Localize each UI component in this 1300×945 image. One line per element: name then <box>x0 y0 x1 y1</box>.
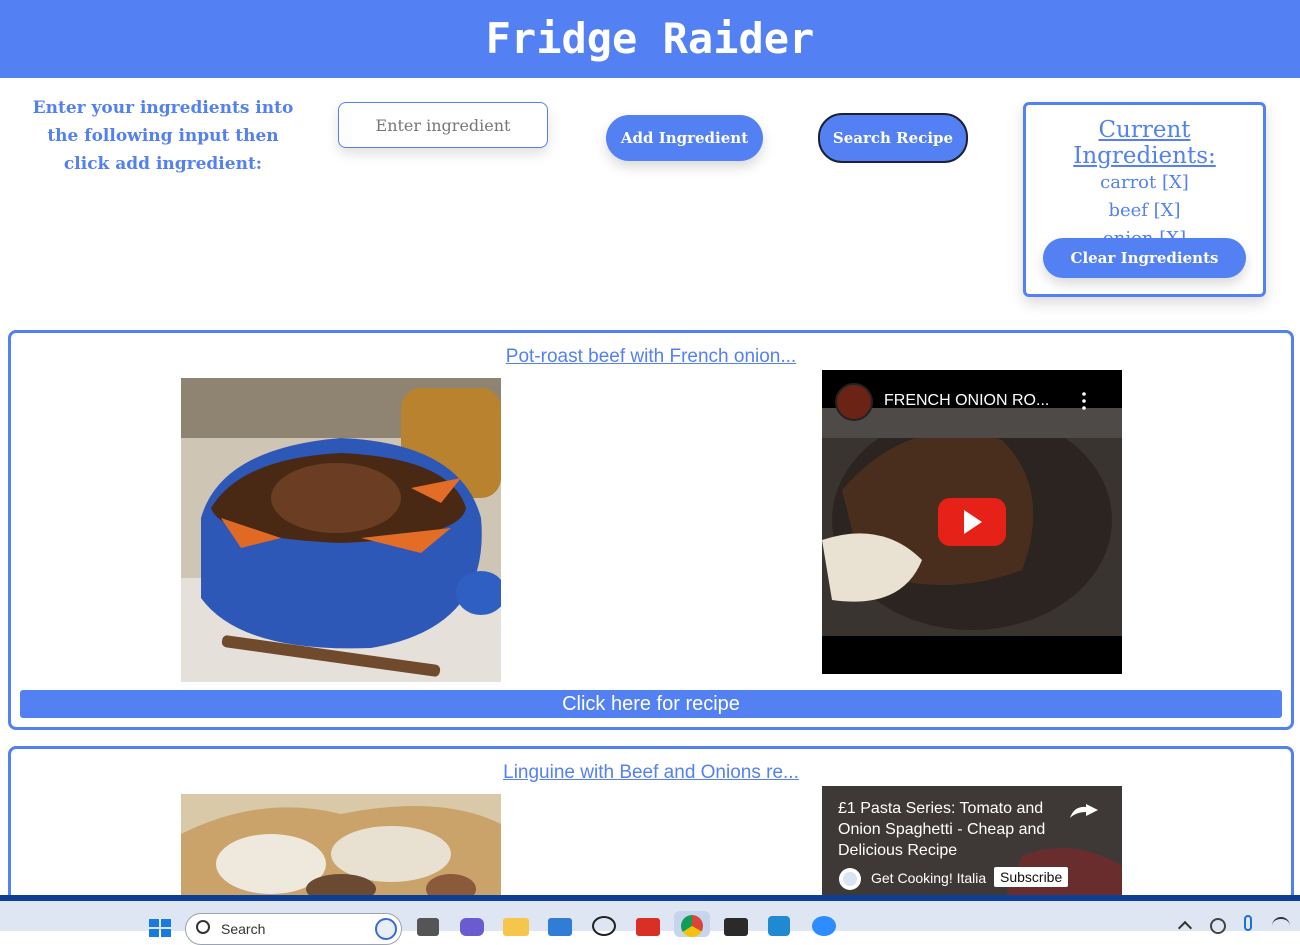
teams-icon[interactable] <box>460 918 484 936</box>
chrome-icon[interactable] <box>674 911 710 937</box>
add-ingredient-button[interactable]: Add Ingredient <box>606 115 763 161</box>
taskbar-search-label: Search <box>221 921 266 937</box>
clear-ingredients-button[interactable]: Clear Ingredients <box>1043 238 1246 278</box>
terminal-icon[interactable] <box>724 918 748 936</box>
network-status-icon[interactable] <box>1210 918 1226 934</box>
current-ingredients-title: Current Ingredients: <box>1073 117 1216 169</box>
bing-icon[interactable] <box>375 918 397 940</box>
store-icon[interactable] <box>548 918 572 936</box>
taskbar-search[interactable]: Search <box>185 913 402 945</box>
chevron-up-icon[interactable] <box>1177 920 1193 936</box>
app-header: Fridge Raider <box>0 0 1300 78</box>
subscribe-button[interactable]: Subscribe <box>994 867 1069 887</box>
video-embed[interactable]: £1 Pasta Series: Tomato and Onion Spaghe… <box>822 786 1122 903</box>
recipe-link-button[interactable]: Click here for recipe <box>20 690 1282 718</box>
ingredient-item-beef[interactable]: beef [X] <box>1026 197 1263 225</box>
ingredient-item-carrot[interactable]: carrot [X] <box>1026 169 1263 197</box>
recipe-title-link[interactable]: Linguine with Beef and Onions re... <box>11 762 1291 784</box>
recipe-title-link[interactable]: Pot-roast beef with French onion... <box>11 346 1291 368</box>
zoom-icon[interactable] <box>812 916 836 936</box>
ingredient-input[interactable] <box>338 102 548 148</box>
video-title: £1 Pasta Series: Tomato and Onion Spaghe… <box>838 800 1046 859</box>
taskbar: Search <box>0 895 1300 945</box>
file-explorer-icon[interactable] <box>503 918 529 936</box>
channel-name: Get Cooking! Italia <box>871 870 987 886</box>
current-ingredients-panel: Current Ingredients: carrot [X] beef [X]… <box>1023 102 1266 297</box>
video-title: FRENCH ONION RO... <box>884 392 1050 409</box>
search-recipe-button[interactable]: Search Recipe <box>818 113 968 163</box>
windows-start-icon[interactable] <box>148 917 172 937</box>
recipe-image <box>181 378 501 682</box>
instructions-text: Enter your ingredients into the followin… <box>32 98 294 174</box>
vscode-icon[interactable] <box>768 916 790 936</box>
gmail-icon[interactable] <box>636 918 660 936</box>
recipe-card: Pot-roast beef with French onion... FREN… <box>8 330 1294 730</box>
search-icon <box>196 920 210 934</box>
app-title: Fridge Raider <box>485 14 815 63</box>
recipe-image <box>181 794 501 903</box>
microphone-icon[interactable] <box>1244 915 1252 931</box>
dell-icon[interactable] <box>592 916 616 936</box>
task-view-icon[interactable] <box>417 918 439 936</box>
recipe-card: Linguine with Beef and Onions re... £1 P… <box>8 746 1294 906</box>
video-embed[interactable]: FRENCH ONION RO... <box>822 370 1122 674</box>
wifi-icon[interactable] <box>1272 917 1290 935</box>
